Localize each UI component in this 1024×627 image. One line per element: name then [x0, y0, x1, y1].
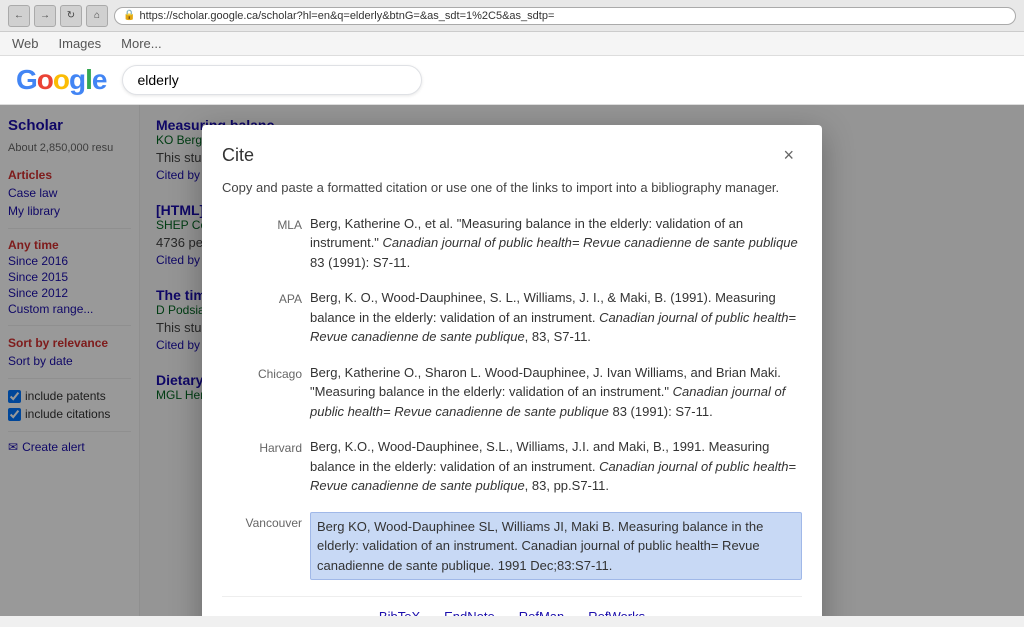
citation-text-chicago: Berg, Katherine O., Sharon L. Wood-Dauph… [310, 363, 802, 422]
citation-text-mla: Berg, Katherine O., et al. "Measuring ba… [310, 214, 802, 273]
citation-row-chicago: Chicago Berg, Katherine O., Sharon L. Wo… [222, 363, 802, 422]
lock-icon: 🔒 [123, 10, 135, 21]
browser-nav-buttons[interactable]: ← → ↻ ⌂ [8, 5, 108, 27]
cite-modal: Cite × Copy and paste a formatted citati… [202, 125, 822, 616]
citation-highlighted-vancouver[interactable]: Berg KO, Wood-Dauphinee SL, Williams JI,… [310, 512, 802, 581]
citation-row-apa: APA Berg, K. O., Wood-Dauphinee, S. L., … [222, 288, 802, 347]
modal-body: Copy and paste a formatted citation or u… [202, 178, 822, 616]
citation-style-mla: MLA [222, 214, 302, 273]
modal-header: Cite × [202, 125, 822, 178]
nav-more[interactable]: More... [121, 36, 161, 51]
refworks-link[interactable]: RefWorks [588, 609, 645, 616]
home-button[interactable]: ⌂ [86, 5, 108, 27]
url-bar[interactable]: 🔒 https://scholar.google.ca/scholar?hl=e… [114, 7, 1016, 25]
modal-export-links: BibTeX EndNote RefMan RefWorks [222, 596, 802, 616]
forward-button[interactable]: → [34, 5, 56, 27]
google-header: Google [0, 56, 1024, 105]
endnote-link[interactable]: EndNote [444, 609, 495, 616]
citation-text-vancouver: Berg KO, Wood-Dauphinee SL, Williams JI,… [310, 512, 802, 581]
citation-text-apa: Berg, K. O., Wood-Dauphinee, S. L., Will… [310, 288, 802, 347]
main-layout: Scholar About 2,850,000 resu Articles Ca… [0, 105, 1024, 616]
modal-close-button[interactable]: × [775, 141, 802, 170]
search-box[interactable] [122, 65, 422, 95]
modal-title: Cite [222, 145, 254, 166]
nav-web[interactable]: Web [12, 36, 39, 51]
modal-overlay[interactable]: Cite × Copy and paste a formatted citati… [0, 105, 1024, 616]
bibtex-link[interactable]: BibTeX [379, 609, 420, 616]
citation-style-harvard: Harvard [222, 437, 302, 496]
browser-bar: ← → ↻ ⌂ 🔒 https://scholar.google.ca/scho… [0, 0, 1024, 32]
modal-description: Copy and paste a formatted citation or u… [222, 178, 802, 198]
refman-link[interactable]: RefMan [519, 609, 565, 616]
citation-text-harvard: Berg, K.O., Wood-Dauphinee, S.L., Willia… [310, 437, 802, 496]
citation-row-mla: MLA Berg, Katherine O., et al. "Measurin… [222, 214, 802, 273]
citation-style-chicago: Chicago [222, 363, 302, 422]
nav-images[interactable]: Images [59, 36, 102, 51]
url-text: https://scholar.google.ca/scholar?hl=en&… [139, 10, 554, 22]
citation-style-vancouver: Vancouver [222, 512, 302, 581]
refresh-button[interactable]: ↻ [60, 5, 82, 27]
top-nav: Web Images More... [0, 32, 1024, 56]
citation-row-vancouver: Vancouver Berg KO, Wood-Dauphinee SL, Wi… [222, 512, 802, 581]
citation-row-harvard: Harvard Berg, K.O., Wood-Dauphinee, S.L.… [222, 437, 802, 496]
citation-style-apa: APA [222, 288, 302, 347]
back-button[interactable]: ← [8, 5, 30, 27]
google-logo: Google [16, 64, 106, 96]
search-input[interactable] [137, 72, 407, 88]
